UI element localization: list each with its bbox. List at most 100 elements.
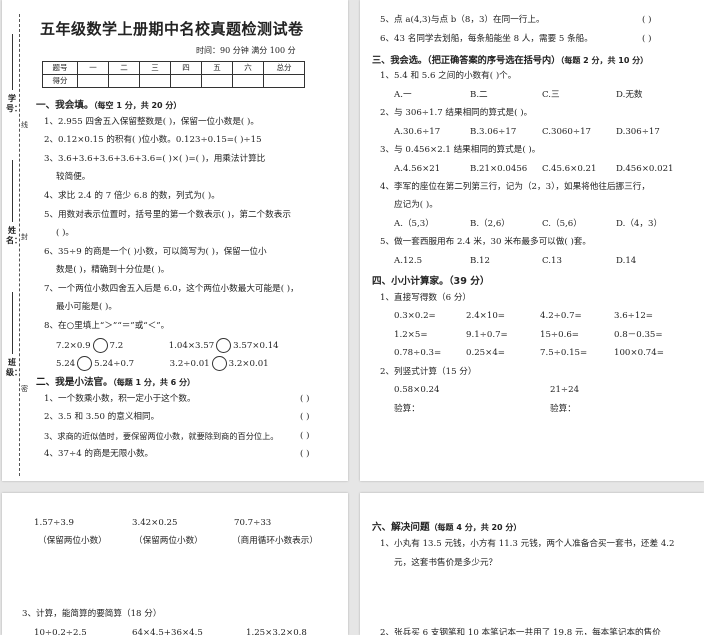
vertical-calc: 70.7÷33 <box>234 518 272 528</box>
judge-line: 6、43 名同学去划船，每条船能坐 8 人，需要 5 条船。 <box>380 34 593 44</box>
score-input-cell[interactable] <box>201 74 233 88</box>
exam-meta: 时间：90 分钟 满分 100 分 <box>196 46 296 55</box>
margin-fill-line <box>12 160 13 222</box>
exam-page-2: 5、点 a(4,3)与点 b（8，3）在同一行上。 ( ) 6、43 名同学去划… <box>360 0 704 481</box>
choice-option[interactable]: B.3.06÷17 <box>470 126 516 138</box>
direct-calc: 15÷0.6= <box>540 330 580 340</box>
score-input-cell[interactable] <box>170 74 202 88</box>
direct-calc: 1.2×5= <box>394 330 428 340</box>
question-line: 8、在○里填上“＞”“＝”或“＜”。 <box>44 321 170 331</box>
choice-option[interactable]: B.（2,6） <box>470 218 510 230</box>
vertical-calc: 3.42×0.25 <box>132 518 178 528</box>
question-line: 2、0.12×0.15 的积有( )位小数。0.123÷0.15=( )÷15 <box>44 135 262 145</box>
margin-glyph-feng: 封 <box>21 233 28 241</box>
exam-title: 五年级数学上册期中名校真题检测试卷 <box>40 20 304 38</box>
vertical-calc: 0.58×0.24 <box>394 385 440 395</box>
compare-circle[interactable] <box>92 338 108 353</box>
choice-option[interactable]: B.二 <box>470 89 488 101</box>
compare-circle[interactable] <box>77 356 93 371</box>
choice-question: 3、与 0.456×2.1 结果相同的算式是( )。 <box>380 145 541 155</box>
choice-option[interactable]: C.45.6×0.21 <box>542 163 596 175</box>
choice-option[interactable]: A.4.56×21 <box>394 163 440 175</box>
question-line: ( )。 <box>56 228 75 238</box>
score-cell: 题号 <box>42 61 78 75</box>
question-line: 4、求比 2.4 的 7 倍少 6.8 的数，列式为( )。 <box>44 191 220 201</box>
score-input-cell[interactable] <box>77 74 109 88</box>
choice-option[interactable]: C.13 <box>542 255 562 267</box>
score-table: 题号 一 二 三 四 五 六 总分 得分 <box>42 61 305 88</box>
score-cell: 一 <box>77 61 109 75</box>
section-title: 一、我会填。 <box>36 100 94 111</box>
choice-option[interactable]: D.14 <box>616 255 636 267</box>
section-title: 二、我是小法官。 <box>36 377 113 388</box>
choice-option[interactable]: D.（4，3） <box>616 218 662 230</box>
choice-option[interactable]: C.三 <box>542 89 560 101</box>
choice-question: 4、李军的座位在第二列第三行，记为（2，3），如果将他往后挪三行， <box>380 182 650 192</box>
calc-note: （保留两位小数） <box>134 536 203 546</box>
direct-calc: 7.5÷0.15= <box>540 348 588 358</box>
score-input-cell[interactable] <box>139 74 171 88</box>
judge-line: 2、3.5 和 3.50 的意义相同。 <box>44 412 160 422</box>
direct-calc: 2.4×10= <box>466 311 506 321</box>
choice-option[interactable]: D.456×0.021 <box>616 163 674 175</box>
choice-question: 1、5.4 和 5.6 之间的小数有( )个。 <box>380 71 517 81</box>
compare-row: 7.2×0.9 7.2 1.04×3.57 3.57×0.14 <box>56 338 279 353</box>
judge-answer[interactable]: ( ) <box>300 411 309 423</box>
choice-option[interactable]: A.（5,3） <box>394 218 434 230</box>
section-note: （每题 2 分，共 10 分） <box>560 56 649 65</box>
check-label: 验算： <box>550 404 576 414</box>
problem-line: 元，这套书售价是多少元？ <box>394 558 498 568</box>
compare-circle[interactable] <box>216 338 232 353</box>
direct-calc: 9.1÷0.7= <box>466 330 508 340</box>
subsection-title: 1、直接写得数（6 分） <box>380 293 472 303</box>
choice-option[interactable]: C.（5,6） <box>542 218 582 230</box>
direct-calc: 0.8－0.35= <box>614 330 663 340</box>
score-cell: 三 <box>139 61 171 75</box>
compare-right: 3.57×0.14 <box>233 341 279 351</box>
judge-line: 1、一个数乘小数，积一定小于这个数。 <box>44 394 196 404</box>
choice-option[interactable]: D.无数 <box>616 89 643 101</box>
judge-answer[interactable]: ( ) <box>642 14 651 26</box>
simplify-calc: 10÷0.2÷2.5 <box>34 628 87 635</box>
binding-line <box>19 14 20 476</box>
choice-question-cont: 应记为( )。 <box>394 200 438 210</box>
subsection-title: 3、计算，能简算的要简算（18 分） <box>22 609 162 619</box>
judge-answer[interactable]: ( ) <box>300 393 309 405</box>
judge-line: 5、点 a(4,3)与点 b（8，3）在同一行上。 <box>380 15 545 25</box>
compare-left: 7.2×0.9 <box>56 341 91 351</box>
score-input-cell[interactable] <box>232 74 264 88</box>
calc-note: （保留两位小数） <box>38 536 107 546</box>
section-title: 四、小小计算家。 <box>372 276 449 287</box>
problem-line: 1、小丸有 13.5 元钱，小方有 11.3 元钱，两个人准备合买一套书，还差 … <box>380 539 675 549</box>
choice-option[interactable]: C.3060÷17 <box>542 126 591 138</box>
score-input-cell[interactable] <box>263 74 305 88</box>
margin-fill-line <box>12 34 13 90</box>
choice-option[interactable]: B.21×0.0456 <box>470 163 527 175</box>
compare-right: 3.2×0.01 <box>228 359 269 369</box>
compare-right: 5.24÷0.7 <box>94 359 135 369</box>
judge-line: 3、求商的近似值时，要保留两位小数，就要除到商的百分位上。 <box>44 431 279 441</box>
question-line: 5、用数对表示位置时，括号里的第一个数表示( )，第二个数表示 <box>44 210 291 220</box>
direct-calc: 100×0.74= <box>614 348 664 358</box>
choice-option[interactable]: A.12.5 <box>394 255 422 267</box>
choice-option[interactable]: A.30.6÷17 <box>394 126 440 138</box>
compare-circle[interactable] <box>211 356 227 371</box>
judge-answer[interactable]: ( ) <box>300 430 309 442</box>
judge-answer[interactable]: ( ) <box>300 448 309 460</box>
margin-label-class: 班级： <box>6 358 22 377</box>
score-table-header-row: 题号 一 二 三 四 五 六 总分 <box>42 61 305 75</box>
score-input-cell[interactable] <box>108 74 140 88</box>
choice-question: 2、与 306÷1.7 结果相同的算式是( )。 <box>380 108 533 118</box>
choice-option[interactable]: D.306÷17 <box>616 126 660 138</box>
direct-calc: 0.78÷0.3= <box>394 348 442 358</box>
judge-answer[interactable]: ( ) <box>642 33 651 45</box>
score-cell: 得分 <box>42 74 78 88</box>
choice-option[interactable]: B.12 <box>470 255 490 267</box>
margin-label-student-id: 学号： <box>6 94 22 113</box>
score-cell: 四 <box>170 61 202 75</box>
direct-calc: 0.25×4= <box>466 348 506 358</box>
section-3-heading: 三、我会选。（把正确答案的序号选在括号内）（每题 2 分，共 10 分） <box>372 52 648 66</box>
choice-option[interactable]: A.一 <box>394 89 412 101</box>
question-line: 3、3.6+3.6+3.6+3.6+3.6=( )×( )=( )，用乘法计算比 <box>44 154 266 164</box>
exam-page-4: 六、解决问题（每题 4 分，共 20 分） 1、小丸有 13.5 元钱，小方有 … <box>360 493 704 635</box>
